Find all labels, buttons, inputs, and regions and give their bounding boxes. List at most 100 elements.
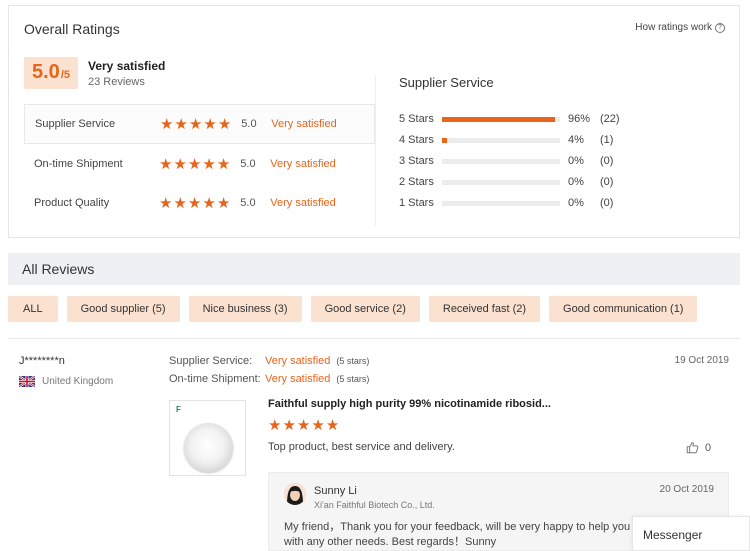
star-icon: ★ [174, 115, 188, 133]
star-icon: ★ [173, 194, 187, 212]
how-ratings-work-link[interactable]: How ratings work ? [635, 22, 725, 33]
messenger-button[interactable]: Messenger [632, 516, 750, 551]
criteria-row-on-time-shipment[interactable]: On-time Shipment ★ ★ ★ ★ ★ 5.0 Very satisfie… [24, 144, 375, 184]
reviewer-name: J********n [19, 355, 65, 367]
criteria-satisfaction: Very satisfied [270, 158, 336, 170]
criteria-satisfaction: Very satisfied [271, 118, 337, 130]
rating-key: On-time Shipment: [169, 373, 261, 385]
distribution-bar [442, 200, 560, 206]
star-icon: ★ [159, 194, 173, 212]
all-reviews-header: All Reviews [8, 253, 740, 285]
star-distribution-row: 4 Stars 4% (1) [399, 134, 613, 146]
review-count: 23 Reviews [88, 76, 145, 88]
overall-ratings-title: Overall Ratings [24, 21, 120, 37]
filter-chip-all[interactable]: ALL [8, 296, 58, 322]
filter-chip-nice-business[interactable]: Nice business (3) [188, 296, 302, 322]
star-icon: ★ [203, 115, 217, 133]
uk-flag-icon [19, 376, 35, 387]
rating-stars-count: (5 stars) [336, 356, 370, 366]
reviewer-country: United Kingdom [42, 376, 114, 387]
star-level-label: 4 Stars [399, 134, 434, 146]
reply-date: 20 Oct 2019 [659, 484, 714, 495]
star-distribution-row: 5 Stars 96% (22) [399, 113, 620, 125]
like-count: 0 [705, 441, 712, 454]
review-date: 19 Oct 2019 [674, 355, 729, 366]
filter-chip-received-fast[interactable]: Received fast (2) [428, 296, 541, 322]
star-distribution-row: 1 Stars 0% (0) [399, 197, 613, 209]
reply-text: My friend，Thank you for your feedback, w… [284, 521, 631, 548]
star-icon: ★ [282, 417, 296, 434]
rating-stars: ★ ★ ★ ★ ★ [160, 117, 231, 132]
distribution-bar-fill [442, 137, 447, 143]
supplier-name: Sunny Li [314, 485, 357, 497]
distribution-bar [442, 116, 560, 122]
star-icon: ★ [173, 155, 187, 173]
review-on-time-shipment: On-time Shipment: Very satisfied (5 star… [169, 373, 369, 385]
rating-value: Very satisfied [265, 355, 331, 367]
overall-score-badge: 5.0 /5 [24, 57, 78, 89]
overall-score: 5.0 [32, 61, 60, 83]
star-distribution-row: 2 Stars 0% (0) [399, 176, 613, 188]
star-icon: ★ [160, 115, 174, 133]
criteria-row-product-quality[interactable]: Product Quality ★ ★ ★ ★ ★ 5.0 Very satisfied [24, 183, 375, 223]
star-icon: ★ [217, 115, 232, 133]
star-icon: ★ [296, 417, 311, 434]
rating-stars: ★ ★ ★ ★ ★ [159, 157, 230, 172]
filter-chip-good-service[interactable]: Good service (2) [310, 296, 420, 322]
product-thumbnail[interactable]: F [169, 400, 246, 476]
star-icon: ★ [202, 194, 216, 212]
star-icon: ★ [268, 417, 282, 434]
star-level-percent: 0% [568, 197, 584, 209]
distribution-bar-fill [442, 116, 556, 122]
star-level-percent: 96% [568, 113, 591, 125]
criteria-label: Product Quality [34, 197, 110, 209]
star-level-percent: 0% [568, 176, 584, 188]
product-title-link[interactable]: Faithful supply high purity 99% nicotina… [268, 398, 551, 410]
overall-satisfaction: Very satisfied [88, 59, 166, 73]
criteria-score: 5.0 [241, 118, 257, 130]
supplier-service-title: Supplier Service [399, 75, 494, 90]
review-filter-chips: ALL Good supplier (5) Nice business (3) … [8, 296, 698, 322]
criteria-label: Supplier Service [35, 118, 116, 130]
section-divider [8, 338, 740, 339]
star-level-label: 2 Stars [399, 176, 434, 188]
criteria-label: On-time Shipment [34, 158, 123, 170]
star-level-count: (1) [600, 134, 614, 146]
supplier-company: Xi'an Faithful Biotech Co., Ltd. [314, 500, 435, 510]
distribution-bar [442, 158, 560, 164]
star-icon: ★ [188, 115, 203, 133]
review-supplier-service: Supplier Service: Very satisfied (5 star… [169, 355, 369, 367]
panel-divider [375, 76, 376, 226]
like-button[interactable]: 0 [686, 441, 711, 454]
star-icon: ★ [202, 155, 216, 173]
how-ratings-work-label: How ratings work [635, 22, 712, 33]
star-icon: ★ [159, 155, 173, 173]
star-icon: ★ [311, 417, 325, 434]
filter-chip-good-supplier[interactable]: Good supplier (5) [66, 296, 180, 322]
star-icon: ★ [216, 194, 231, 212]
rating-stars-count: (5 stars) [336, 374, 370, 384]
star-level-percent: 4% [568, 134, 584, 146]
star-icon: ★ [187, 155, 202, 173]
brand-logo: F [176, 405, 181, 414]
product-powder-image [184, 423, 233, 472]
star-level-count: (22) [600, 113, 620, 125]
criteria-score: 5.0 [240, 158, 256, 170]
star-level-percent: 0% [568, 155, 584, 167]
overall-ratings-panel: Overall Ratings How ratings work ? 5.0 /… [8, 5, 740, 238]
rating-value: Very satisfied [265, 373, 331, 385]
star-level-label: 1 Stars [399, 197, 434, 209]
review-text: Top product, best service and delivery. [268, 441, 455, 453]
criteria-score: 5.0 [240, 197, 256, 209]
star-level-count: (0) [600, 197, 614, 209]
criteria-row-supplier-service[interactable]: Supplier Service ★ ★ ★ ★ ★ 5.0 Very satisfie… [24, 104, 375, 144]
rating-stars: ★ ★ ★ ★ ★ [159, 196, 230, 211]
star-level-count: (0) [600, 155, 614, 167]
thumbs-up-icon [686, 442, 699, 454]
review-rating-stars: ★ ★ ★ ★ ★ [268, 418, 339, 433]
star-icon: ★ [187, 194, 202, 212]
star-icon: ★ [325, 417, 340, 434]
star-distribution-row: 3 Stars 0% (0) [399, 155, 613, 167]
filter-chip-good-communication[interactable]: Good communication (1) [549, 296, 698, 322]
avatar [284, 483, 306, 505]
